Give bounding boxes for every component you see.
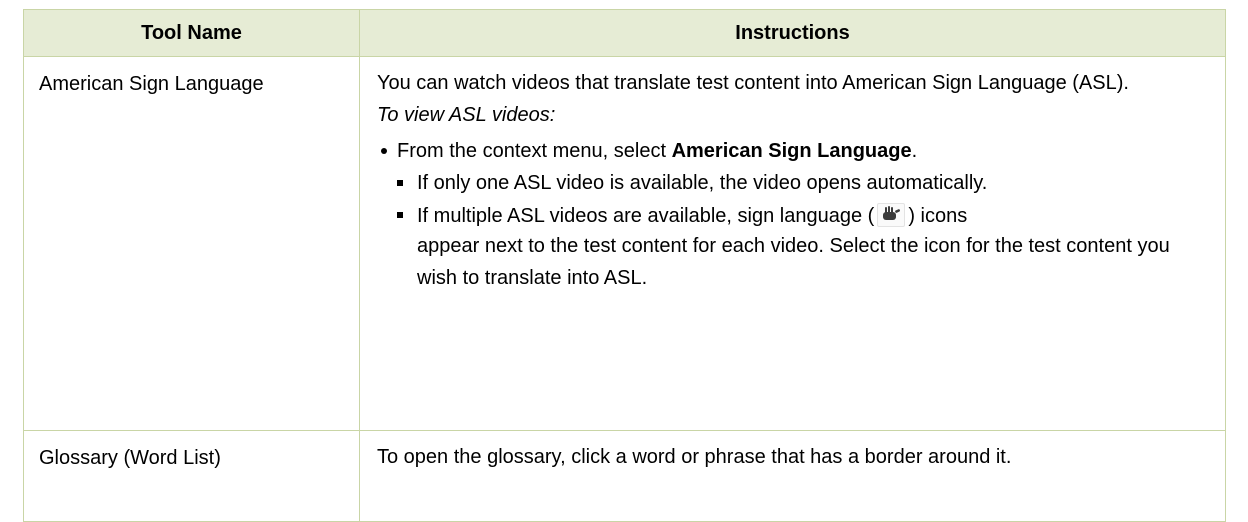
glossary-instructions-text: To open the glossary, click a word or ph… xyxy=(377,446,1012,468)
tools-table: Tool Name Instructions American Sign Lan… xyxy=(23,9,1226,522)
bullet-bold-term: American Sign Language xyxy=(671,140,912,162)
sub-bullet-text: If only one ASL video is available, the … xyxy=(417,172,988,194)
table-header-row: Tool Name Instructions xyxy=(23,9,1226,57)
table-row: Glossary (Word List) To open the glossar… xyxy=(23,430,1226,522)
sub-bullet-text-after-icon: ) icons xyxy=(908,205,968,227)
square-bullet-icon xyxy=(397,180,403,186)
tool-name: Glossary (Word List) xyxy=(39,447,221,469)
bullet-text-suffix: . xyxy=(911,140,918,162)
asl-sub-heading: To view ASL videos: xyxy=(377,104,556,126)
sub-bullet-text-rest: appear next to the test content for each… xyxy=(417,235,1170,289)
instructions-cell: You can watch videos that translate test… xyxy=(359,56,1226,431)
tool-name-cell: American Sign Language xyxy=(23,56,360,431)
instructions-cell: To open the glossary, click a word or ph… xyxy=(359,430,1226,522)
sub-bullet-item: If multiple ASL videos are available, si… xyxy=(377,203,1213,294)
bullet-item: From the context menu, select American S… xyxy=(377,139,1213,163)
header-instructions: Instructions xyxy=(359,9,1226,57)
tool-name: American Sign Language xyxy=(39,73,264,95)
table-row: American Sign Language You can watch vid… xyxy=(23,56,1226,431)
bullet-text-prefix: From the context menu, select xyxy=(397,140,672,162)
square-bullet-icon xyxy=(397,212,403,218)
tool-name-cell: Glossary (Word List) xyxy=(23,430,360,522)
sign-language-icon xyxy=(877,203,906,227)
sub-bullet-text-before-icon: If multiple ASL videos are available, si… xyxy=(417,205,875,227)
bullet-dot-icon xyxy=(381,148,387,154)
asl-intro-text: You can watch videos that translate test… xyxy=(377,72,1129,94)
header-tool-name: Tool Name xyxy=(23,9,360,57)
sub-bullet-item: If only one ASL video is available, the … xyxy=(377,171,1213,195)
